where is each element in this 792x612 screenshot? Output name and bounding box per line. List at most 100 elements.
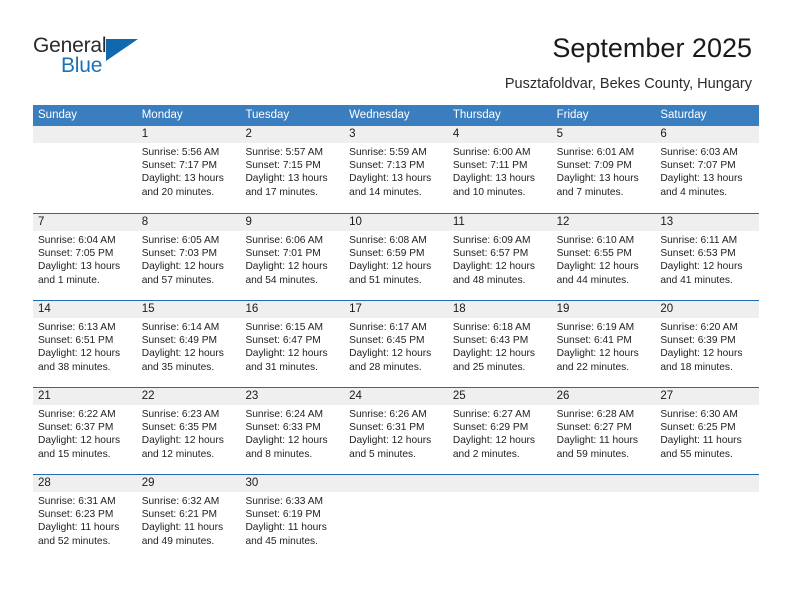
daylight-minutes-text: and 10 minutes. [452, 186, 526, 198]
day-cell[interactable]: Sunrise: 6:10 AM Sunset: 6:55 PM Daylight:… [552, 231, 656, 299]
general-blue-logo[interactable]: General Blue [33, 34, 233, 84]
sunrise-text: Sunrise: 6:18 AM [452, 322, 531, 333]
week-daynumber-band: 21 22 23 24 25 26 27 [33, 388, 759, 405]
day-number[interactable]: 17 [344, 301, 448, 318]
day-cell[interactable]: Sunrise: 6:23 AM Sunset: 6:35 PM Daylight:… [137, 405, 241, 473]
day-number[interactable]: 3 [344, 126, 448, 143]
day-number[interactable]: 2 [240, 126, 344, 143]
page-title: September 2025 [552, 33, 752, 63]
day-number-empty [33, 126, 137, 143]
day-number[interactable]: 23 [240, 388, 344, 405]
daylight-minutes-text: and 41 minutes. [660, 274, 733, 286]
day-cell[interactable]: Sunrise: 5:56 AM Sunset: 7:17 PM Daylight:… [137, 143, 241, 211]
day-cell[interactable]: Sunrise: 6:18 AM Sunset: 6:43 PM Daylight:… [448, 318, 552, 386]
day-number[interactable]: 20 [655, 301, 759, 318]
day-cell[interactable]: Sunrise: 6:00 AM Sunset: 7:11 PM Daylight:… [448, 143, 552, 211]
day-cell[interactable]: Sunrise: 6:22 AM Sunset: 6:37 PM Daylight:… [33, 405, 137, 473]
daylight-minutes-text: and 49 minutes. [141, 535, 215, 547]
sunset-text: Sunset: 7:11 PM [452, 160, 528, 172]
day-number[interactable]: 29 [137, 475, 241, 492]
day-cell-empty [552, 492, 656, 560]
daylight-hours-text: Daylight: 13 hours [245, 173, 328, 185]
sunrise-text: Sunrise: 6:27 AM [452, 409, 531, 420]
day-cell[interactable]: Sunrise: 5:59 AM Sunset: 7:13 PM Daylight:… [344, 143, 448, 211]
day-cell[interactable]: Sunrise: 6:30 AM Sunset: 6:25 PM Daylight:… [655, 405, 759, 473]
daylight-hours-text: Daylight: 12 hours [141, 261, 224, 273]
daylight-minutes-text: and 51 minutes. [349, 274, 422, 286]
day-number[interactable]: 18 [448, 301, 552, 318]
sunset-text: Sunset: 6:53 PM [660, 248, 736, 260]
day-number[interactable]: 6 [655, 126, 759, 143]
day-number[interactable]: 28 [33, 475, 137, 492]
day-number[interactable]: 13 [655, 214, 759, 231]
day-number[interactable]: 24 [344, 388, 448, 405]
day-cell[interactable]: Sunrise: 6:17 AM Sunset: 6:45 PM Daylight:… [344, 318, 448, 386]
day-cell[interactable]: Sunrise: 5:57 AM Sunset: 7:15 PM Daylight:… [240, 143, 344, 211]
day-number[interactable]: 22 [137, 388, 241, 405]
daylight-hours-text: Daylight: 12 hours [141, 435, 224, 447]
day-cell[interactable]: Sunrise: 6:04 AM Sunset: 7:05 PM Daylight:… [33, 231, 137, 299]
day-number[interactable]: 8 [137, 214, 241, 231]
day-cell[interactable]: Sunrise: 6:06 AM Sunset: 7:01 PM Daylight:… [240, 231, 344, 299]
sunrise-text: Sunrise: 6:33 AM [245, 496, 324, 507]
day-number[interactable]: 15 [137, 301, 241, 318]
day-number[interactable]: 12 [552, 214, 656, 231]
sunset-text: Sunset: 7:01 PM [245, 248, 321, 260]
day-cell[interactable]: Sunrise: 6:09 AM Sunset: 6:57 PM Daylight:… [448, 231, 552, 299]
day-cell[interactable]: Sunrise: 6:32 AM Sunset: 6:21 PM Daylight:… [137, 492, 241, 560]
day-number[interactable]: 1 [137, 126, 241, 143]
sunset-text: Sunset: 6:55 PM [556, 248, 632, 260]
daylight-hours-text: Daylight: 12 hours [349, 261, 432, 273]
day-cell[interactable]: Sunrise: 6:28 AM Sunset: 6:27 PM Daylight:… [552, 405, 656, 473]
day-number[interactable]: 27 [655, 388, 759, 405]
sunrise-text: Sunrise: 6:15 AM [245, 322, 324, 333]
daylight-minutes-text: and 1 minute. [38, 274, 100, 286]
day-cell[interactable]: Sunrise: 6:26 AM Sunset: 6:31 PM Daylight:… [344, 405, 448, 473]
daylight-hours-text: Daylight: 12 hours [349, 348, 432, 360]
day-number[interactable]: 11 [448, 214, 552, 231]
day-cell-empty [33, 143, 137, 211]
day-cell[interactable]: Sunrise: 6:33 AM Sunset: 6:19 PM Daylight:… [240, 492, 344, 560]
day-cell[interactable]: Sunrise: 6:27 AM Sunset: 6:29 PM Daylight:… [448, 405, 552, 473]
day-number[interactable]: 25 [448, 388, 552, 405]
day-number[interactable]: 16 [240, 301, 344, 318]
day-number[interactable]: 19 [552, 301, 656, 318]
day-cell[interactable]: Sunrise: 6:15 AM Sunset: 6:47 PM Daylight:… [240, 318, 344, 386]
day-cell[interactable]: Sunrise: 6:08 AM Sunset: 6:59 PM Daylight:… [344, 231, 448, 299]
day-cell[interactable]: Sunrise: 6:05 AM Sunset: 7:03 PM Daylight:… [137, 231, 241, 299]
day-number[interactable]: 10 [344, 214, 448, 231]
week-daynumber-band: 7 8 9 10 11 12 13 [33, 214, 759, 231]
day-cell[interactable]: Sunrise: 6:14 AM Sunset: 6:49 PM Daylight:… [137, 318, 241, 386]
day-number[interactable]: 7 [33, 214, 137, 231]
day-number[interactable]: 26 [552, 388, 656, 405]
day-cell[interactable]: Sunrise: 6:19 AM Sunset: 6:41 PM Daylight:… [552, 318, 656, 386]
day-number[interactable]: 30 [240, 475, 344, 492]
calendar-week-row: 7 8 9 10 11 12 13 Sunrise: 6:04 AM Sunset: 7:05 … [33, 213, 759, 300]
day-cell[interactable]: Sunrise: 6:31 AM Sunset: 6:23 PM Daylight:… [33, 492, 137, 560]
day-number[interactable]: 14 [33, 301, 137, 318]
daylight-minutes-text: and 4 minutes. [660, 186, 728, 198]
weekday-monday: Monday [141, 109, 183, 121]
day-cell[interactable]: Sunrise: 6:24 AM Sunset: 6:33 PM Daylight:… [240, 405, 344, 473]
day-cell[interactable]: Sunrise: 6:11 AM Sunset: 6:53 PM Daylight:… [655, 231, 759, 299]
day-cell[interactable]: Sunrise: 6:20 AM Sunset: 6:39 PM Daylight:… [655, 318, 759, 386]
day-cell[interactable]: Sunrise: 6:13 AM Sunset: 6:51 PM Daylight:… [33, 318, 137, 386]
day-number-empty [552, 475, 656, 492]
daylight-minutes-text: and 2 minutes. [452, 448, 520, 460]
day-cell[interactable]: Sunrise: 6:01 AM Sunset: 7:09 PM Daylight:… [552, 143, 656, 211]
day-number[interactable]: 5 [552, 126, 656, 143]
daylight-hours-text: Daylight: 13 hours [556, 173, 639, 185]
sunrise-text: Sunrise: 6:03 AM [660, 147, 738, 158]
day-number[interactable]: 9 [240, 214, 344, 231]
sunset-text: Sunset: 6:35 PM [141, 422, 218, 434]
day-cell[interactable]: Sunrise: 6:03 AM Sunset: 7:07 PM Daylight:… [655, 143, 759, 211]
sunrise-text: Sunrise: 6:01 AM [556, 147, 635, 158]
daylight-minutes-text: and 48 minutes. [452, 274, 526, 286]
sunrise-text: Sunrise: 6:23 AM [141, 409, 220, 420]
sunset-text: Sunset: 6:21 PM [141, 509, 218, 521]
sunset-text: Sunset: 7:17 PM [141, 160, 218, 172]
sunset-text: Sunset: 6:59 PM [349, 248, 425, 260]
day-number[interactable]: 21 [33, 388, 137, 405]
week-body-row: Sunrise: 6:04 AM Sunset: 7:05 PM Daylight:… [33, 231, 759, 299]
day-number[interactable]: 4 [448, 126, 552, 143]
